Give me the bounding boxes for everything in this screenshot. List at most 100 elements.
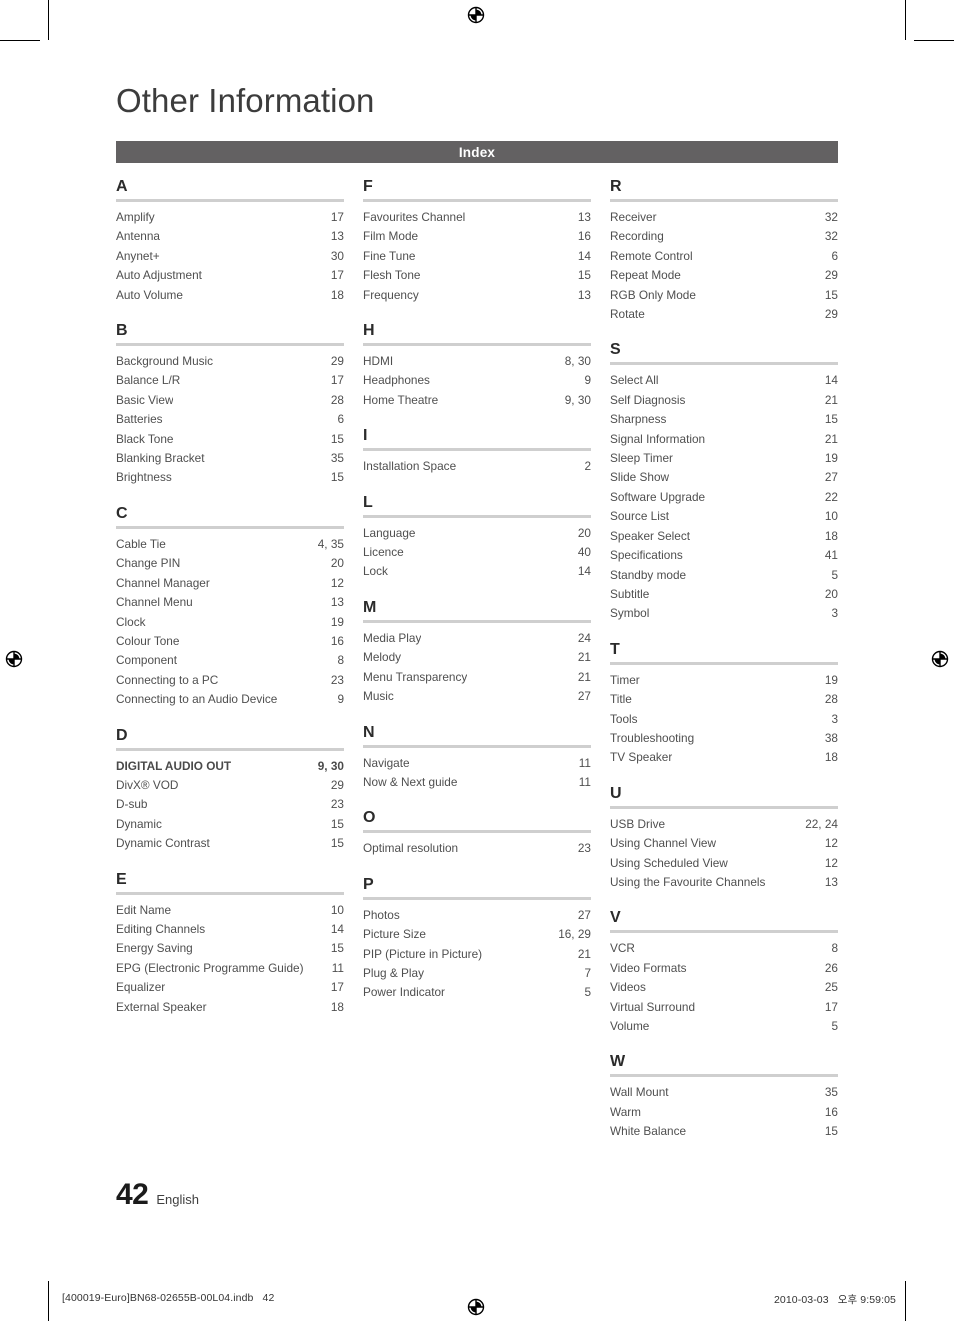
index-entry: Headphones 9 <box>363 371 591 390</box>
index-entry: Volume 5 <box>610 1017 838 1036</box>
page-language-label: English <box>156 1192 200 1207</box>
index-entry-label: Language <box>363 525 416 540</box>
index-entry: Energy Saving 15 <box>116 939 344 958</box>
index-entry: Media Play 24 <box>363 629 591 648</box>
index-entry-label: Background Music <box>116 354 214 369</box>
index-letter-heading: T <box>610 640 620 658</box>
index-entry-page-number: 28 <box>330 392 344 407</box>
index-entry-label: Wall Mount <box>610 1085 669 1100</box>
index-entry: Licence 40 <box>363 543 591 562</box>
index-entry: Batteries 6 <box>116 410 344 429</box>
index-letter-rule <box>363 343 591 347</box>
index-entry-label: Dynamic Contrast <box>116 836 210 851</box>
index-entry-label: D-sub <box>116 797 148 812</box>
index-entry-page-number: 21 <box>824 431 838 446</box>
index-entry-page-number: 12 <box>824 836 838 851</box>
index-letter-group: N Navigate 11 Now & Next guide 11 <box>363 724 591 793</box>
index-entry-label: External Speaker <box>116 999 207 1014</box>
index-letter-heading: I <box>363 427 368 445</box>
index-column: R Receiver 32 Recording 32 Remote Control 6 Rep… <box>610 178 838 1159</box>
index-entry-label: Sharpness <box>610 412 667 427</box>
index-column: F Favourites Channel 13 Film Mode 16 Fine Tun… <box>363 178 591 1159</box>
index-entry-page-number: 41 <box>824 548 838 563</box>
index-entry: Optimal resolution 23 <box>363 839 591 858</box>
index-entry-label: White Balance <box>610 1124 687 1139</box>
index-entry-label: DivX® VOD <box>116 777 179 792</box>
index-entry-page-number: 6 <box>337 412 344 427</box>
index-entry-page-number: 7 <box>584 965 591 980</box>
index-entry-label: Anynet+ <box>116 248 160 263</box>
index-entry: Receiver 32 <box>610 208 838 227</box>
index-letter-rule <box>363 448 591 452</box>
index-entry-page-number: 13 <box>824 874 838 889</box>
crop-mark-top-right-horizontal <box>914 40 954 41</box>
index-entry: Edit Name 10 <box>116 901 344 920</box>
index-entry-page-number: 26 <box>824 960 838 975</box>
index-letter-rule <box>363 744 591 748</box>
index-entry-page-number: 15 <box>330 470 344 485</box>
registration-mark-left <box>3 648 25 670</box>
index-entry-page-number: 4, 35 <box>317 536 344 551</box>
index-entry-page-number: 18 <box>330 999 344 1014</box>
index-entry: DIGITAL AUDIO OUT 9, 30 <box>116 757 344 776</box>
index-entry-page-number: 17 <box>330 268 344 283</box>
index-entry-label: Videos <box>610 980 646 995</box>
index-entry-page-number: 8 <box>337 653 344 668</box>
index-entry-page-number: 23 <box>577 841 591 856</box>
index-entry-page-number: 29 <box>824 268 838 283</box>
index-entry-page-number: 22 <box>824 489 838 504</box>
index-entry: Video Formats 26 <box>610 959 838 978</box>
index-entry-label: Amplify <box>116 210 155 224</box>
index-entry: Cable Tie 4, 35 <box>116 535 344 554</box>
index-letter-rule <box>116 747 344 751</box>
index-entry: Repeat Mode 29 <box>610 266 838 285</box>
index-entry: Navigate 11 <box>363 754 591 773</box>
index-entry: Fine Tune 14 <box>363 247 591 266</box>
index-entry: Self Diagnosis 21 <box>610 391 838 410</box>
index-entry-label: Auto Volume <box>116 287 183 302</box>
index-entry-page-number: 13 <box>577 287 591 302</box>
index-entry-label: Picture Size <box>363 927 426 942</box>
index-entry: Timer 19 <box>610 671 838 690</box>
index-entry: Rotate 29 <box>610 305 838 324</box>
index-entry-label: Photos <box>363 907 400 922</box>
index-letter-heading: C <box>116 504 128 522</box>
index-entry-label: Specifications <box>610 548 683 563</box>
index-entry: Photos 27 <box>363 906 591 925</box>
index-entry-label: Warm <box>610 1104 642 1119</box>
index-entry: DivX® VOD 29 <box>116 776 344 795</box>
index-entry-label: Sleep Timer <box>610 451 673 466</box>
index-entry-label: Signal Information <box>610 431 706 446</box>
index-entry-page-number: 17 <box>330 373 344 388</box>
index-entry: Music 27 <box>363 687 591 706</box>
index-letter-group: D DIGITAL AUDIO OUT 9, 30 DivX® VOD 29 D-sub 2… <box>116 727 344 854</box>
index-entry-page-number: 3 <box>831 606 838 621</box>
index-entry: D-sub 23 <box>116 795 344 814</box>
index-letter-group: H HDMI 8, 30 Headphones 9 Home Theatre 9, 30 <box>363 322 591 410</box>
index-entry: Specifications 41 <box>610 546 838 565</box>
index-entry-label: Fine Tune <box>363 248 416 263</box>
index-entry-label: Brightness <box>116 470 172 485</box>
index-entry-page-number: 27 <box>577 689 591 704</box>
index-entry-page-number: 15 <box>824 287 838 302</box>
index-entry-label: USB Drive <box>610 816 666 831</box>
index-entry-page-number: 29 <box>824 307 838 322</box>
index-entry-page-number: 15 <box>330 836 344 851</box>
index-entry-label: Tools <box>610 711 638 726</box>
index-letter-group: F Favourites Channel 13 Film Mode 16 Fine Tun… <box>363 178 591 305</box>
index-entry-page-number: 17 <box>824 999 838 1014</box>
index-letter-heading: H <box>363 322 375 340</box>
index-letter-heading: P <box>363 875 374 893</box>
index-entry-label: Optimal resolution <box>363 841 459 856</box>
index-entry-page-number: 40 <box>577 545 591 560</box>
page-number: 42 <box>116 1178 149 1211</box>
index-entry-page-number: 23 <box>330 797 344 812</box>
index-entry-label: Clock <box>116 614 146 629</box>
index-letter-group: L Language 20 Licence 40 Lock 14 <box>363 494 591 582</box>
index-entry: Basic View 28 <box>116 391 344 410</box>
index-letter-group: S Select All 14 Self Diagnosis 21 Sharpness 15… <box>610 341 838 623</box>
index-entry: Dynamic 15 <box>116 815 344 834</box>
index-entry-page-number: 19 <box>330 614 344 629</box>
index-entry-page-number: 17 <box>330 210 344 224</box>
index-entry-label: Self Diagnosis <box>610 392 686 407</box>
